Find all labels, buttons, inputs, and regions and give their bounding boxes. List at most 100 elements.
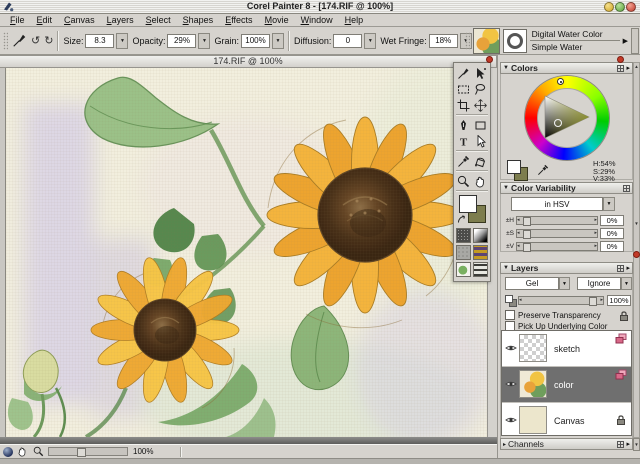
palette-scroll-rail[interactable]: ▲ ▼ (633, 62, 640, 438)
navigator-sphere-icon[interactable] (3, 447, 13, 457)
rectangle-shape-tool[interactable] (472, 117, 489, 133)
layer-opacity-value[interactable]: 100% (607, 295, 631, 306)
gradient-selector[interactable] (473, 228, 488, 243)
expand-arrow-icon[interactable]: ▸ (503, 441, 506, 448)
color-variability-header[interactable]: ▼ Color Variability (500, 182, 633, 194)
preserve-transparency-checkbox[interactable] (505, 310, 515, 320)
layer-row-sketch[interactable]: sketch (502, 331, 631, 367)
document-titlebar[interactable]: 174.RIF @ 100% (0, 55, 497, 68)
sv-triangle[interactable] (542, 94, 592, 140)
composite-method-arrow-icon[interactable]: ▼ (559, 277, 570, 290)
layer-adjuster-tool[interactable] (472, 65, 489, 81)
close-button[interactable] (626, 2, 636, 12)
menu-window[interactable]: Window (295, 15, 339, 25)
layer-thumbnail[interactable] (519, 406, 547, 434)
channels-dropdown-arrow-icon[interactable]: ▼ (633, 438, 640, 451)
size-dropdown-arrow-icon[interactable]: ▼ (116, 33, 128, 49)
palette-close-dot[interactable] (633, 251, 640, 258)
layer-name[interactable]: color (554, 380, 574, 390)
menu-help[interactable]: Help (339, 15, 370, 25)
opacity-input[interactable]: 29% (167, 34, 196, 48)
minimize-button[interactable] (604, 2, 614, 12)
crop-tool[interactable] (455, 97, 472, 113)
scroll-up-icon[interactable]: ▲ (634, 64, 639, 69)
toolbox-close-dot[interactable] (486, 56, 493, 63)
saturation-variability-slider[interactable]: ◂▸ (516, 229, 598, 238)
layer-row-canvas[interactable]: Canvas (502, 403, 631, 439)
brush-dab-button[interactable] (503, 29, 527, 53)
brush-tool[interactable] (455, 65, 472, 81)
eyedropper-icon[interactable] (537, 164, 549, 176)
shape-selection-tool[interactable] (472, 133, 489, 149)
menu-canvas[interactable]: Canvas (58, 15, 101, 25)
paint-bucket-tool[interactable] (472, 153, 489, 169)
grain-dropdown-arrow-icon[interactable]: ▼ (272, 33, 284, 49)
palette-grid-icon[interactable] (623, 185, 630, 192)
collapse-arrow-icon[interactable]: ▼ (503, 65, 509, 71)
layer-row-color[interactable]: color (502, 367, 631, 403)
brush-variant-name[interactable]: Simple Water (530, 41, 620, 53)
dropper-tool[interactable] (455, 153, 472, 169)
composite-depth-arrow-icon[interactable]: ▼ (621, 277, 632, 290)
palette-grid-icon[interactable] (617, 441, 624, 448)
menu-shapes[interactable]: Shapes (177, 15, 220, 25)
hue-ring-marker[interactable] (557, 78, 564, 85)
saturation-variability-value[interactable]: 0% (600, 228, 624, 239)
visibility-eye-icon[interactable] (505, 380, 517, 388)
variability-mode-select[interactable]: in HSV (511, 197, 603, 211)
layers-panel-header[interactable]: ▼ Layers ▸ (500, 262, 633, 274)
rectangular-select-tool[interactable] (455, 81, 472, 97)
scroll-down-icon[interactable]: ▼ (634, 221, 639, 226)
brush-category-name[interactable]: Digital Water Color (530, 28, 620, 41)
collapse-arrow-icon[interactable]: ▼ (503, 265, 509, 271)
diffusion-dropdown-arrow-icon[interactable]: ▼ (364, 33, 376, 49)
palette-close-dot[interactable] (617, 56, 624, 63)
layer-thumbnail[interactable] (519, 334, 547, 362)
colors-panel-header[interactable]: ▼ Colors ▸ (500, 62, 633, 74)
magnifier-tool[interactable] (455, 173, 472, 189)
paper-selector[interactable] (456, 228, 471, 243)
weave-selector[interactable] (473, 245, 488, 260)
redo-icon[interactable]: ↻ (44, 34, 53, 47)
palette-flyout-arrow-icon[interactable]: ▸ (626, 64, 630, 72)
menu-select[interactable]: Select (140, 15, 177, 25)
maximize-button[interactable] (615, 2, 625, 12)
palette-grid-icon[interactable] (617, 265, 624, 272)
diffusion-input[interactable]: 0 (333, 34, 362, 48)
text-tool[interactable]: T (455, 133, 472, 149)
opacity-dropdown-arrow-icon[interactable]: ▼ (198, 33, 210, 49)
hue-variability-value[interactable]: 0% (600, 215, 624, 226)
layer-thumbnail[interactable] (519, 370, 547, 398)
channels-panel-header[interactable]: ▸ Channels ▸ (500, 438, 633, 450)
pen-tool[interactable] (455, 117, 472, 133)
menu-effects[interactable]: Effects (219, 15, 258, 25)
zoom-slider-thumb[interactable] (77, 448, 86, 457)
collapse-arrow-icon[interactable]: ▼ (503, 185, 509, 191)
brush-flyout-arrow-icon[interactable]: ▶ (623, 37, 628, 45)
menu-movie[interactable]: Movie (259, 15, 295, 25)
layer-opacity-slider[interactable]: ◂▸ (518, 296, 604, 305)
value-variability-value[interactable]: 0% (600, 241, 624, 252)
canvas-horizontal-scrollbar[interactable] (0, 437, 497, 444)
composite-depth-select[interactable]: Ignore (577, 277, 621, 290)
grabber-tool[interactable] (472, 173, 489, 189)
menu-file[interactable]: File (4, 15, 31, 25)
visibility-eye-icon[interactable] (505, 344, 517, 352)
layer-name[interactable]: sketch (554, 344, 580, 354)
nozzle-selector[interactable] (473, 262, 488, 277)
canvas[interactable] (6, 68, 487, 437)
palette-flyout-arrow-icon[interactable]: ▸ (626, 264, 630, 272)
grain-input[interactable]: 100% (241, 34, 270, 48)
size-input[interactable]: 8.3 (85, 34, 114, 48)
palette-grid-icon[interactable] (617, 65, 624, 72)
magnifier-icon[interactable] (32, 446, 45, 458)
hue-variability-slider[interactable]: ◂▸ (516, 216, 598, 225)
main-color-swatch[interactable] (459, 195, 477, 213)
layer-name[interactable]: Canvas (554, 416, 585, 426)
grabber-icon[interactable] (16, 446, 29, 458)
brush-category-button[interactable] (473, 28, 500, 54)
look-selector[interactable] (456, 262, 471, 277)
zoom-slider[interactable] (48, 447, 128, 456)
variability-mode-dropdown-arrow-icon[interactable]: ▼ (603, 197, 615, 211)
lock-icon[interactable] (619, 310, 629, 322)
